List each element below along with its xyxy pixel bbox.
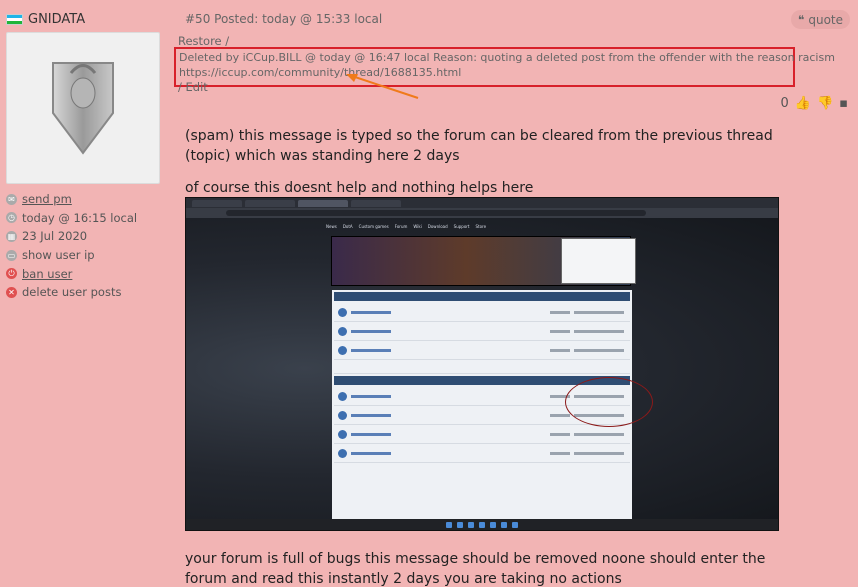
show-user-ip-link[interactable]: ▭ show user ip bbox=[6, 246, 162, 265]
os-taskbar bbox=[186, 519, 778, 530]
thread-link[interactable]: https://iccup.com/community/thread/16881… bbox=[179, 65, 790, 80]
avatar bbox=[6, 32, 160, 184]
mail-icon: ✉ bbox=[6, 193, 17, 205]
user-profile: GNIDATA ✉ send pm ◷ today @ 16:15 local ▦ 2… bbox=[6, 10, 162, 302]
delete-icon: ✕ bbox=[6, 286, 17, 298]
annotation-arrow-icon bbox=[346, 74, 419, 99]
deleted-notice: Deleted by iCCup.BILL @ today @ 16:47 lo… bbox=[174, 47, 835, 87]
thumbs-down-icon[interactable]: 👎 bbox=[817, 96, 833, 111]
browser-tabbar bbox=[186, 198, 778, 208]
username-row: GNIDATA bbox=[6, 10, 162, 28]
thumbs-up-icon[interactable]: 👍 bbox=[795, 96, 811, 111]
country-flag-icon bbox=[6, 13, 23, 25]
power-icon: ⏻ bbox=[6, 268, 17, 280]
join-date: ▦ 23 Jul 2020 bbox=[6, 229, 88, 244]
vote-count: 0 bbox=[780, 96, 789, 111]
post-text-1: (spam) this message is typed so the foru… bbox=[185, 128, 773, 164]
calendar-icon: ▦ bbox=[6, 230, 17, 242]
post-text-3: your forum is full of bugs this message … bbox=[185, 551, 766, 587]
quote-icon: ❝ bbox=[797, 12, 805, 27]
username[interactable]: GNIDATA bbox=[28, 12, 85, 27]
send-pm-link[interactable]: ✉ send pm bbox=[6, 190, 162, 209]
annotation-circle bbox=[565, 377, 653, 427]
trophy-icon bbox=[52, 62, 114, 155]
embedded-screenshot: News DotA Custom games Forum Wiki Downlo… bbox=[185, 197, 779, 531]
quote-button[interactable]: ❝ quote bbox=[790, 10, 850, 29]
site-nav: News DotA Custom games Forum Wiki Downlo… bbox=[326, 223, 487, 229]
ban-user-link[interactable]: ⏻ ban user bbox=[6, 264, 162, 283]
delete-user-posts-link[interactable]: ✕ delete user posts bbox=[6, 283, 162, 302]
user-actions: ✉ send pm ◷ today @ 16:15 local ▦ 23 Jul 20… bbox=[6, 190, 162, 302]
restore-link[interactable]: Restore / bbox=[178, 34, 229, 48]
last-seen: ◷ today @ 16:15 local bbox=[6, 210, 138, 225]
monitor-icon: ▭ bbox=[6, 249, 17, 261]
post-header: #50 Posted: today @ 15:33 local bbox=[185, 12, 383, 26]
browser-urlbar bbox=[186, 208, 778, 218]
edit-link[interactable]: / Edit bbox=[178, 80, 208, 94]
deleted-reason: Deleted by iCCup.BILL @ today @ 16:47 lo… bbox=[179, 51, 835, 64]
post-votes: 0 👍 👎 ▪ bbox=[781, 96, 848, 111]
post-text-2: of course this doesnt help and nothing h… bbox=[185, 180, 534, 196]
more-icon[interactable]: ▪ bbox=[839, 96, 848, 111]
clock-icon: ◷ bbox=[6, 212, 17, 224]
notification-popup bbox=[561, 238, 636, 284]
